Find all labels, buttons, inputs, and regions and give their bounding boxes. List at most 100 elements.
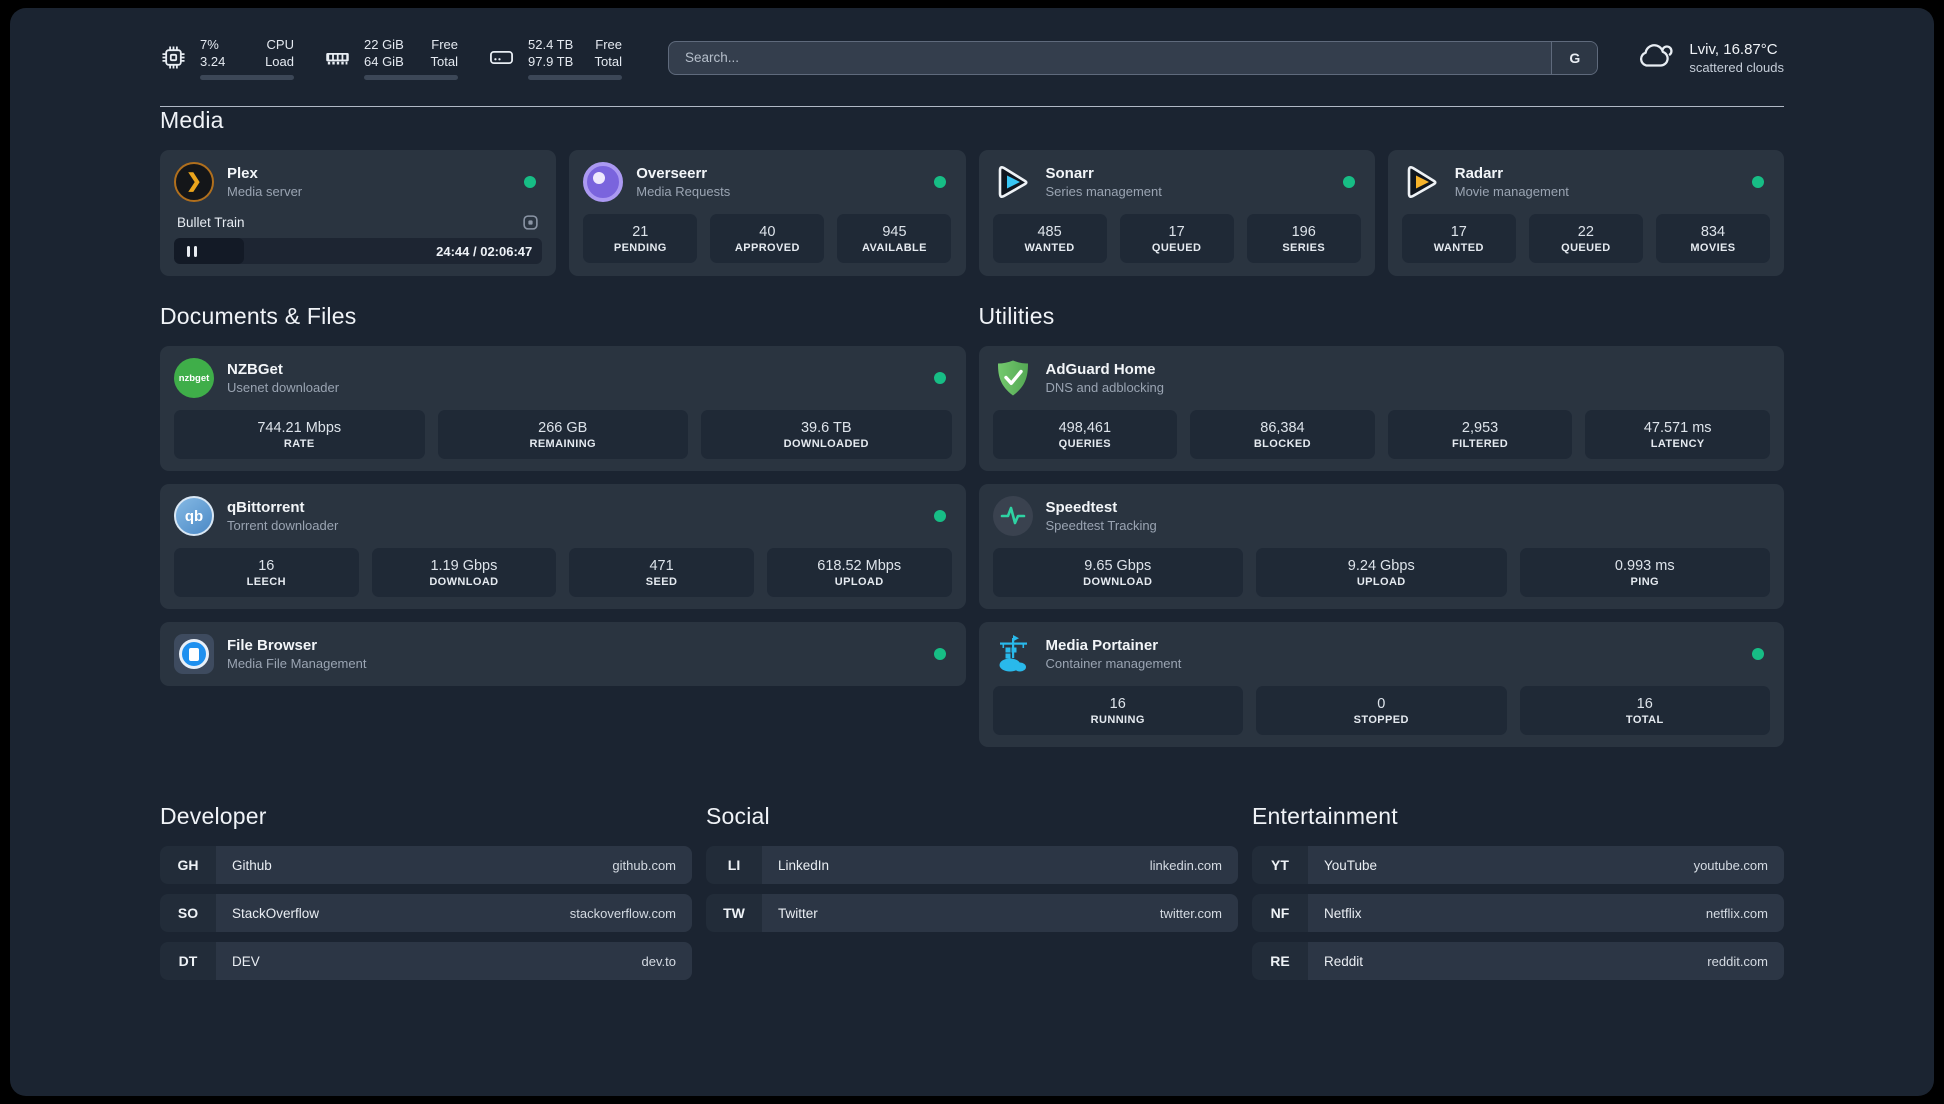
bookmark-abbr: NF (1252, 894, 1308, 932)
speedtest-link[interactable]: Speedtest Speedtest Tracking (992, 496, 1771, 536)
stat-seed: 471 SEED (569, 548, 754, 597)
card-sonarr: Sonarr Series management 485 WANTED 17 QUE… (978, 150, 1375, 276)
stat-available: 945 AVAILABLE (837, 214, 952, 263)
stat-stopped: 0 STOPPED (1256, 686, 1507, 735)
bookmark-twitter[interactable]: TW Twitter twitter.com (706, 894, 1238, 932)
service-description: Media server (227, 183, 303, 199)
stat-approved: 40 APPROVED (710, 214, 825, 263)
stat-upload: 9.24 Gbps UPLOAD (1256, 548, 1507, 597)
disk-free-value: 52.4 TB (528, 36, 574, 52)
stat-filtered: 2,953 FILTERED (1387, 410, 1573, 459)
service-description: Torrent downloader (227, 517, 339, 533)
bookmark-netflix[interactable]: NF Netflix netflix.com (1252, 894, 1784, 932)
stats-row: 744.21 Mbps RATE 266 GB REMAINING 39.6 TB D… (174, 410, 952, 459)
pause-button[interactable] (174, 238, 244, 264)
status-dot (933, 648, 946, 660)
disk-icon (488, 44, 515, 71)
radarr-icon (1402, 162, 1442, 202)
bookmark-abbr: SO (160, 894, 216, 932)
media-control-icon[interactable] (522, 214, 539, 231)
status-dot (933, 510, 946, 522)
stat-queued: 22 QUEUED (1528, 214, 1643, 263)
cpu-icon (160, 44, 187, 71)
cpu-stat: 7% CPU 3.24 Load (160, 36, 294, 80)
documents-column: Documents & Files nzbget NZBGet Usenet d… (160, 303, 966, 747)
load-value: 3.24 (200, 53, 226, 69)
service-description: Movie management (1454, 183, 1569, 199)
service-name: qBittorrent (227, 498, 305, 516)
ram-icon (324, 44, 351, 71)
stat-queued: 17 QUEUED (1119, 214, 1234, 263)
card-adguard: AdGuard Home DNS and adblocking 498,461 Q… (978, 346, 1784, 471)
overseerr-icon (583, 162, 624, 202)
qbittorrent-icon: qb (174, 496, 214, 536)
stat-pending: 21 PENDING (583, 214, 698, 263)
bookmark-reddit[interactable]: RE Reddit reddit.com (1252, 942, 1784, 980)
pause-icon (187, 245, 190, 257)
card-plex: ❯ Plex Media server Bullet Train 24:44 /… (160, 150, 557, 276)
bookmark-linkedin[interactable]: LI LinkedIn linkedin.com (706, 846, 1238, 884)
stat-downloaded: 39.6 TB DOWNLOADED (701, 410, 952, 459)
ram-progressbar (364, 74, 458, 80)
stats-row: 21 PENDING 40 APPROVED 945 AVAILABLE (583, 214, 952, 263)
bookmark-url: youtube.com (1693, 857, 1768, 873)
status-dot (1752, 176, 1764, 188)
nzbget-link[interactable]: nzbget NZBGet Usenet downloader (174, 358, 952, 398)
bookmark-github[interactable]: GH Github github.com (160, 846, 692, 884)
search-provider-button[interactable]: G (1551, 41, 1598, 74)
search-input[interactable] (669, 41, 1552, 74)
section-title-media: Media (160, 107, 224, 133)
bookmark-abbr: YT (1252, 846, 1308, 884)
bookmark-name: Reddit (1324, 953, 1364, 969)
playback-progressbar: 24:44 / 02:06:47 (174, 238, 543, 264)
stats-row: 17 WANTED 22 QUEUED 834 MOVIES (1401, 214, 1770, 263)
service-description: Media Requests (636, 183, 731, 199)
stat-leech: 16 LEECH (174, 548, 359, 597)
stat-total: 16 TOTAL (1519, 686, 1770, 735)
stat-series: 196 SERIES (1246, 214, 1361, 263)
section-title-documents: Documents & Files (160, 303, 357, 329)
plex-link[interactable]: ❯ Plex Media server (174, 162, 542, 202)
qbittorrent-link[interactable]: qb qBittorrent Torrent downloader (174, 496, 952, 536)
bookmark-url: netflix.com (1705, 905, 1768, 921)
service-name: Sonarr (1045, 164, 1094, 182)
filebrowser-icon (174, 634, 214, 674)
portainer-link[interactable]: Media Portainer Container management (993, 634, 1771, 674)
bookmarks-developer: Developer GH Github github.com SO StackOv… (160, 803, 692, 980)
status-dot (1752, 648, 1764, 660)
overseerr-link[interactable]: Overseerr Media Requests (583, 162, 951, 202)
stats-row: 9.65 Gbps DOWNLOAD 9.24 Gbps UPLOAD 0.993 … (992, 548, 1770, 597)
radarr-link[interactable]: Radarr Movie management (1402, 162, 1770, 202)
media-card-grid: ❯ Plex Media server Bullet Train 24:44 /… (160, 150, 1784, 276)
service-name: Plex (227, 164, 258, 182)
disk-free-label: Free (595, 36, 622, 52)
filebrowser-link[interactable]: File Browser Media File Management (174, 634, 952, 674)
dashboard: 7% CPU 3.24 Load 22 GiB Free 64 GiB Tota… (10, 8, 1934, 1096)
stats-row: 498,461 QUERIES 86,384 BLOCKED 2,953 FILTER… (992, 410, 1770, 459)
bookmark-abbr: DT (160, 942, 216, 980)
ram-total-label: Total (430, 53, 458, 69)
cloud-icon (1634, 34, 1676, 81)
disk-total-label: Total (594, 53, 622, 69)
bookmark-name: LinkedIn (778, 857, 830, 873)
stat-latency: 47.571 ms LATENCY (1585, 410, 1770, 459)
service-name: Radarr (1454, 164, 1504, 182)
stat-movies: 834 MOVIES (1655, 214, 1770, 263)
service-name: Media Portainer (1045, 636, 1159, 654)
plex-icon: ❯ (174, 162, 214, 202)
stat-queries: 498,461 QUERIES (992, 410, 1178, 459)
sonarr-link[interactable]: Sonarr Series management (993, 162, 1361, 202)
system-stats: 7% CPU 3.24 Load 22 GiB Free 64 GiB Tota… (160, 36, 622, 80)
card-qbittorrent: qb qBittorrent Torrent downloader 16 LEEC… (160, 484, 966, 609)
bookmark-url: reddit.com (1707, 953, 1768, 969)
bookmark-stackoverflow[interactable]: SO StackOverflow stackoverflow.com (160, 894, 692, 932)
bookmark-name: YouTube (1324, 857, 1378, 873)
card-nzbget: nzbget NZBGet Usenet downloader 744.21 M… (160, 346, 966, 471)
disk-progressbar (528, 74, 622, 80)
card-filebrowser: File Browser Media File Management (160, 622, 966, 686)
section-title-developer: Developer (160, 803, 267, 829)
adguard-link[interactable]: AdGuard Home DNS and adblocking (993, 358, 1771, 398)
bookmark-dev[interactable]: DT DEV dev.to (160, 942, 692, 980)
sonarr-icon (993, 162, 1033, 202)
bookmark-youtube[interactable]: YT YouTube youtube.com (1252, 846, 1784, 884)
